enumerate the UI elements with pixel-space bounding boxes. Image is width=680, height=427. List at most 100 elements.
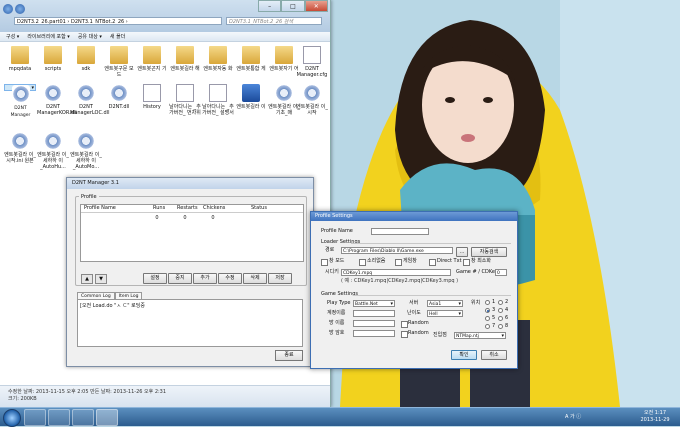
move-up-button[interactable]: ▲ bbox=[81, 274, 93, 284]
random-password-checkbox[interactable] bbox=[401, 331, 408, 338]
game-cdkey-label: Game # / CDKey bbox=[456, 269, 498, 275]
position-radio-3[interactable] bbox=[485, 308, 490, 313]
file-item[interactable]: 엔트봇길라 이_세하하 이 _AutoMo... bbox=[70, 132, 102, 170]
gear-icon bbox=[11, 85, 30, 103]
media-taskbar-icon[interactable] bbox=[72, 409, 94, 426]
delete-button[interactable]: 삭제 bbox=[243, 273, 267, 284]
file-item[interactable]: 엔트봇길라 이 bbox=[235, 84, 267, 110]
include-library-menu[interactable]: 라이브러리에 포함 ▾ bbox=[27, 33, 70, 40]
difficulty-select[interactable]: Hell bbox=[427, 310, 463, 318]
cdkey-input[interactable]: CDKey1.mpq bbox=[341, 269, 451, 276]
settings-file-icon bbox=[11, 132, 29, 150]
account-label: 계정이름 bbox=[327, 310, 346, 316]
minimize-window-checkbox[interactable] bbox=[463, 259, 470, 266]
file-item[interactable]: History bbox=[136, 84, 168, 110]
move-down-button[interactable]: ▼ bbox=[95, 274, 107, 284]
organize-menu[interactable]: 구성 ▾ bbox=[6, 33, 19, 40]
column-runs[interactable]: Runs bbox=[153, 205, 165, 212]
account-input[interactable] bbox=[353, 310, 395, 317]
column-status[interactable]: Status bbox=[251, 205, 267, 212]
file-item[interactable]: 엔트봇자동 화 bbox=[202, 46, 234, 72]
column-profile-name[interactable]: Profile Name bbox=[84, 205, 116, 212]
position-radio-5[interactable] bbox=[485, 316, 490, 321]
file-item[interactable]: 엔트봇통합 게 bbox=[235, 46, 267, 72]
tab-item-log[interactable]: Item Log bbox=[114, 292, 143, 299]
back-icon[interactable] bbox=[3, 4, 13, 14]
exit-button[interactable]: 종료 bbox=[275, 350, 303, 361]
file-item[interactable]: 날아다니는 _추가버전_ 설명서 bbox=[202, 84, 234, 116]
position-radio-6[interactable] bbox=[498, 316, 503, 321]
profile-name-input[interactable] bbox=[371, 228, 429, 235]
explorer-taskbar-icon[interactable] bbox=[48, 409, 70, 426]
position-radio-2[interactable] bbox=[498, 300, 503, 305]
settings-button[interactable]: 설정 bbox=[143, 273, 167, 284]
file-item[interactable]: 엔트봇길라 해 bbox=[169, 46, 201, 72]
dialog-title: Profile Settings bbox=[311, 212, 517, 221]
file-item[interactable]: 엔트봇길라 이_시작 bbox=[296, 84, 328, 116]
ie-taskbar-icon[interactable] bbox=[24, 409, 46, 426]
play-type-label: Play Type bbox=[327, 300, 351, 306]
no-sound-checkbox[interactable] bbox=[359, 259, 366, 266]
cell-profile-name bbox=[84, 215, 144, 222]
clock[interactable]: 오전 1:17 2013-11-29 bbox=[637, 410, 673, 424]
direct-txt-checkbox[interactable] bbox=[429, 259, 436, 266]
close-button[interactable]: ✕ bbox=[304, 0, 328, 12]
folder-icon bbox=[110, 46, 128, 64]
window-mode-checkbox[interactable] bbox=[321, 259, 328, 266]
room-password-input[interactable] bbox=[353, 330, 395, 337]
path-input[interactable]: C:\Program Files\Diablo II\Game.exe bbox=[341, 247, 453, 254]
file-item[interactable]: D2NT ManagerKOR.dll bbox=[37, 84, 77, 116]
file-item[interactable]: 엔트봇길라 이_시작.ini 원본 bbox=[4, 132, 36, 164]
auto-detect-button[interactable]: 자동검색 bbox=[471, 247, 507, 257]
file-item[interactable]: D2NT.dll bbox=[103, 84, 135, 110]
search-input[interactable]: D2NT3.1_NTBot.2_26 검색 bbox=[226, 17, 322, 25]
stop-button[interactable]: 중지 bbox=[168, 273, 192, 284]
tab-common-log[interactable]: Common Log bbox=[77, 292, 115, 299]
file-item[interactable]: 엔트봇길라 이_세하하 이 _AutoHu... bbox=[37, 132, 69, 170]
add-button[interactable]: 추가 bbox=[193, 273, 217, 284]
address-bar[interactable]: D2NT3.2_26.part01 › D2NT3.1_NTBot.2_26 › bbox=[14, 17, 222, 25]
random-password-label: Random bbox=[408, 330, 429, 336]
tray-icons[interactable]: A 가 ⓘ bbox=[565, 413, 581, 420]
play-type-select[interactable]: Battle.Net bbox=[353, 300, 395, 308]
file-item[interactable]: D2NT ManagerLOC.dll bbox=[70, 84, 110, 116]
entry-point-select[interactable]: NTMap.ntj bbox=[454, 332, 506, 340]
share-menu[interactable]: 공유 대상 ▾ bbox=[78, 33, 102, 40]
game-window-label: 게임창 bbox=[403, 258, 417, 264]
ok-button[interactable]: 확인 bbox=[451, 350, 477, 360]
file-item[interactable]: 엔트봇곤지 기 bbox=[136, 46, 168, 72]
file-item[interactable]: D2NT Manager.cfg bbox=[296, 46, 328, 78]
file-item[interactable]: sdk bbox=[70, 46, 102, 72]
column-chickens[interactable]: Chickens bbox=[203, 205, 225, 212]
game-window-checkbox[interactable] bbox=[395, 259, 402, 266]
clock-date: 2013-11-29 bbox=[640, 417, 670, 423]
profile-name-label: Profile Name bbox=[321, 228, 353, 234]
game-cdkey-input[interactable]: 0 bbox=[495, 269, 507, 276]
profile-table[interactable]: Profile Name Runs Restarts Chickens Stat… bbox=[80, 204, 304, 262]
explorer-titlebar: D2NT3.2_26.part01 › D2NT3.1_NTBot.2_26 ›… bbox=[0, 0, 330, 32]
position-radio-4[interactable] bbox=[498, 308, 503, 313]
position-radio-8[interactable] bbox=[498, 324, 503, 329]
file-item[interactable]: 날아다니는 _추가버전_ 번차위 bbox=[169, 84, 201, 116]
column-restarts[interactable]: Restarts bbox=[177, 205, 198, 212]
file-item-selected[interactable]: D2NT Manager bbox=[4, 84, 36, 118]
room-name-input[interactable] bbox=[353, 320, 395, 327]
new-folder-button[interactable]: 새 폴더 bbox=[110, 33, 125, 40]
start-button[interactable] bbox=[3, 409, 21, 427]
maximize-button[interactable]: □ bbox=[281, 0, 305, 12]
save-button[interactable]: 저장 bbox=[268, 273, 292, 284]
server-select[interactable]: Asia1 bbox=[427, 300, 463, 308]
position-radio-7[interactable] bbox=[485, 324, 490, 329]
position-radio-1[interactable] bbox=[485, 300, 490, 305]
file-item[interactable]: 엔트봇구문 모드 bbox=[103, 46, 135, 78]
random-name-checkbox[interactable] bbox=[401, 321, 408, 328]
edit-button[interactable]: 수정 bbox=[218, 273, 242, 284]
file-item[interactable]: scripts bbox=[37, 46, 69, 72]
forward-icon[interactable] bbox=[15, 4, 25, 14]
d2nt-taskbar-icon[interactable] bbox=[96, 409, 118, 426]
file-item[interactable]: mpqdata bbox=[4, 46, 36, 72]
cancel-button[interactable]: 취소 bbox=[481, 350, 507, 360]
browse-button[interactable]: ... bbox=[456, 247, 468, 257]
minimize-button[interactable]: – bbox=[258, 0, 282, 12]
log-output[interactable]: [오전 Load.do "ㅅ ㄷ" 로딩중 bbox=[77, 299, 303, 347]
